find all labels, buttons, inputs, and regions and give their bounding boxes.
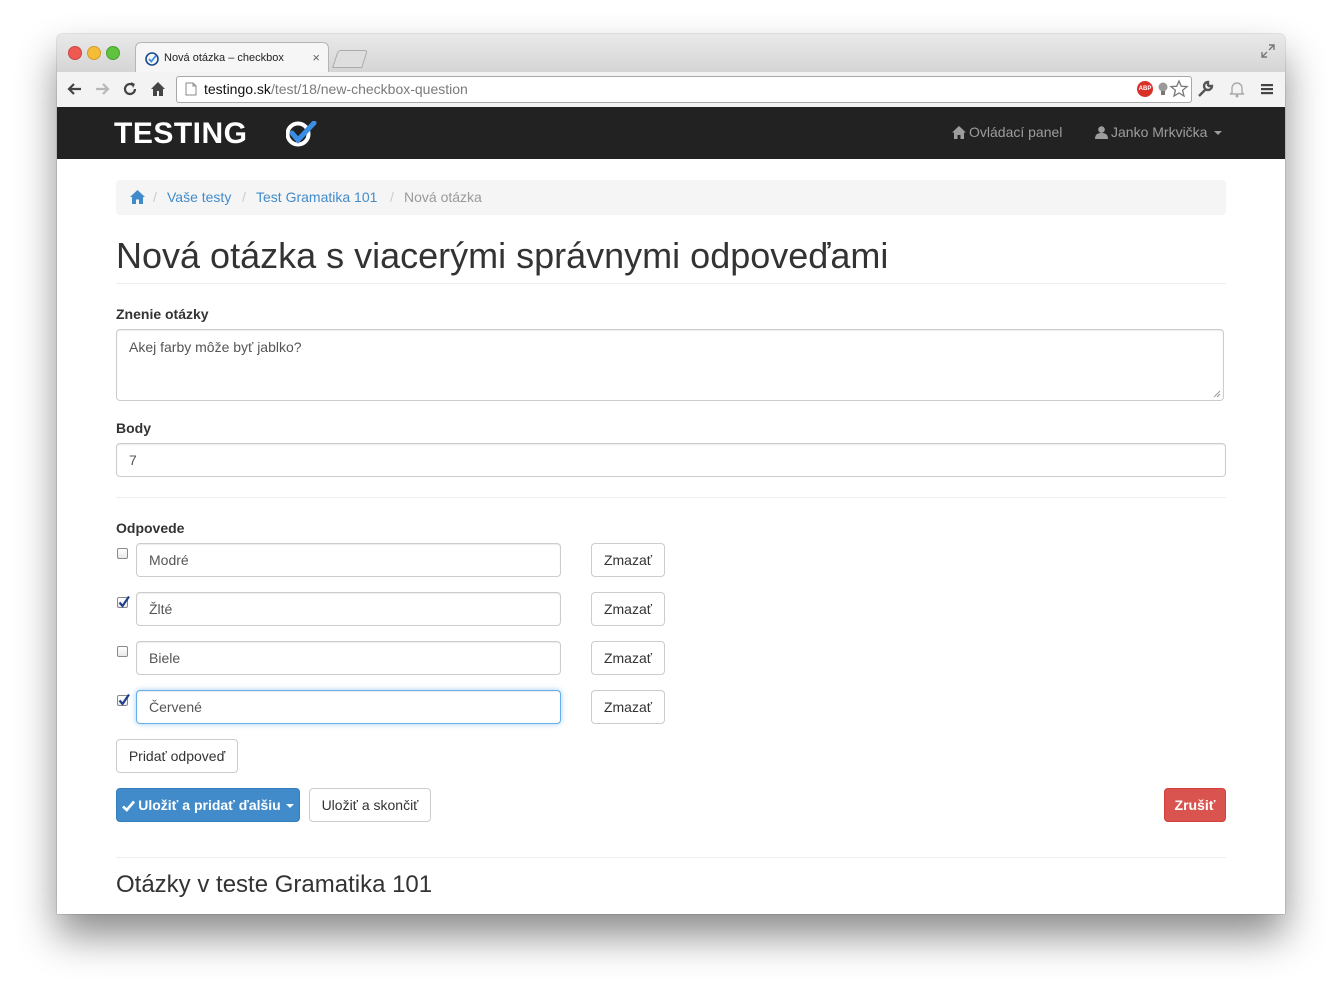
brand-checkmark-icon (286, 121, 317, 147)
new-tab-button[interactable] (332, 50, 368, 68)
breadcrumb: / Vaše testy / Test Gramatika 101 / Nová… (116, 180, 1226, 215)
home-icon (952, 126, 966, 139)
fullscreen-icon[interactable] (1261, 44, 1275, 58)
browser-toolbar: testingo.sk/test/18/new-checkbox-questio… (57, 72, 1285, 108)
chevron-down-icon (285, 804, 294, 809)
answer-value: Červené (149, 699, 202, 715)
home-icon[interactable] (130, 190, 145, 204)
resize-grip-icon[interactable] (1213, 390, 1221, 398)
answer-value: Modré (149, 552, 189, 568)
nav-dashboard[interactable]: Ovládací panel (952, 124, 1062, 140)
questions-heading: Otázky v teste Gramatika 101 (116, 871, 433, 898)
page-title: Nová otázka s viacerými správnymi odpove… (116, 235, 889, 276)
delete-answer-button[interactable]: Zmazať (591, 641, 665, 675)
page-icon (185, 82, 197, 96)
save-and-add-label: Uložiť a pridať ďalšiu (138, 797, 281, 813)
answer-checkbox[interactable] (117, 548, 128, 559)
points-input[interactable]: 7 (116, 443, 1226, 477)
answer-value: Žlté (149, 601, 173, 617)
answer-input[interactable]: Žlté (136, 592, 561, 626)
breadcrumb-separator: / (153, 189, 157, 205)
delete-answer-button[interactable]: Zmazať (591, 543, 665, 577)
delete-answer-button[interactable]: Zmazať (591, 592, 665, 626)
user-icon (1095, 126, 1108, 139)
address-bar[interactable]: testingo.sk/test/18/new-checkbox-questio… (176, 76, 1192, 103)
answer-input[interactable]: Biele (136, 641, 561, 675)
divider (116, 857, 1226, 858)
answer-input[interactable]: Modré (136, 543, 561, 577)
breadcrumb-separator: / (390, 189, 394, 205)
chevron-down-icon (1214, 131, 1223, 136)
answer-checkbox[interactable] (117, 595, 130, 608)
tab-title: Nová otázka – checkbox (164, 52, 284, 64)
checkmark-icon (118, 693, 130, 706)
breadcrumb-current: Nová otázka (404, 189, 482, 205)
brand-logo[interactable]: TESTING (114, 117, 317, 150)
nav-dashboard-label: Ovládací panel (969, 124, 1063, 140)
question-textarea[interactable]: Akej farby môže byť jablko? (116, 329, 1224, 401)
answer-input[interactable]: Červené (136, 690, 561, 724)
check-icon (122, 800, 136, 812)
url-text: testingo.sk/test/18/new-checkbox-questio… (204, 81, 468, 97)
question-value: Akej farby môže byť jablko? (129, 339, 302, 355)
reload-icon[interactable] (120, 79, 140, 99)
brand-text: TESTING (114, 117, 248, 150)
zoom-window-button[interactable] (106, 46, 120, 60)
breadcrumb-your-tests[interactable]: Vaše testy (167, 180, 231, 215)
url-path: /test/18/new-checkbox-question (270, 81, 468, 97)
question-label: Znenie otázky (116, 306, 209, 322)
nav-user-dropdown[interactable]: Janko Mrkvička (1095, 124, 1223, 140)
wrench-icon[interactable] (1195, 79, 1215, 99)
cancel-button[interactable]: Zrušiť (1164, 788, 1226, 822)
points-value: 7 (129, 452, 137, 468)
close-window-button[interactable] (68, 46, 82, 60)
navbar: TESTING Ovládací panel Janko Mrkvička (57, 107, 1285, 159)
browser-tab[interactable]: Nová otázka – checkbox × (135, 42, 329, 73)
nav-user-label: Janko Mrkvička (1111, 124, 1208, 140)
breadcrumb-separator: / (242, 189, 246, 205)
bookmark-star-icon[interactable] (1169, 79, 1189, 99)
save-and-finish-button[interactable]: Uložiť a skončiť (309, 788, 431, 822)
menu-icon[interactable] (1257, 79, 1277, 99)
browser-window: Nová otázka – checkbox × testingo.sk/tes… (57, 34, 1285, 914)
divider (116, 497, 1226, 498)
answers-label: Odpovede (116, 520, 185, 536)
back-arrow-icon[interactable] (65, 79, 85, 99)
web-page: TESTING Ovládací panel Janko Mrkvička / … (57, 107, 1285, 914)
checkmark-icon (118, 595, 130, 608)
adblock-icon[interactable]: ABP (1137, 81, 1153, 97)
delete-answer-button[interactable]: Zmazať (591, 690, 665, 724)
answer-checkbox[interactable] (117, 693, 130, 706)
tab-close-icon[interactable]: × (312, 50, 320, 65)
url-host: testingo.sk (204, 81, 271, 97)
save-and-add-button[interactable]: Uložiť a pridať ďalšiu (116, 788, 300, 822)
points-label: Body (116, 420, 151, 436)
favicon-icon (145, 52, 159, 66)
home-icon[interactable] (148, 79, 168, 99)
breadcrumb-test[interactable]: Test Gramatika 101 (256, 180, 377, 215)
forward-arrow-icon[interactable] (92, 79, 112, 99)
minimize-window-button[interactable] (87, 46, 101, 60)
answer-checkbox[interactable] (117, 646, 128, 657)
divider (116, 283, 1226, 284)
tab-bar: Nová otázka – checkbox × (57, 34, 1285, 73)
add-answer-button[interactable]: Pridať odpoveď (116, 739, 238, 773)
bell-icon[interactable] (1227, 79, 1247, 99)
answer-value: Biele (149, 650, 181, 666)
